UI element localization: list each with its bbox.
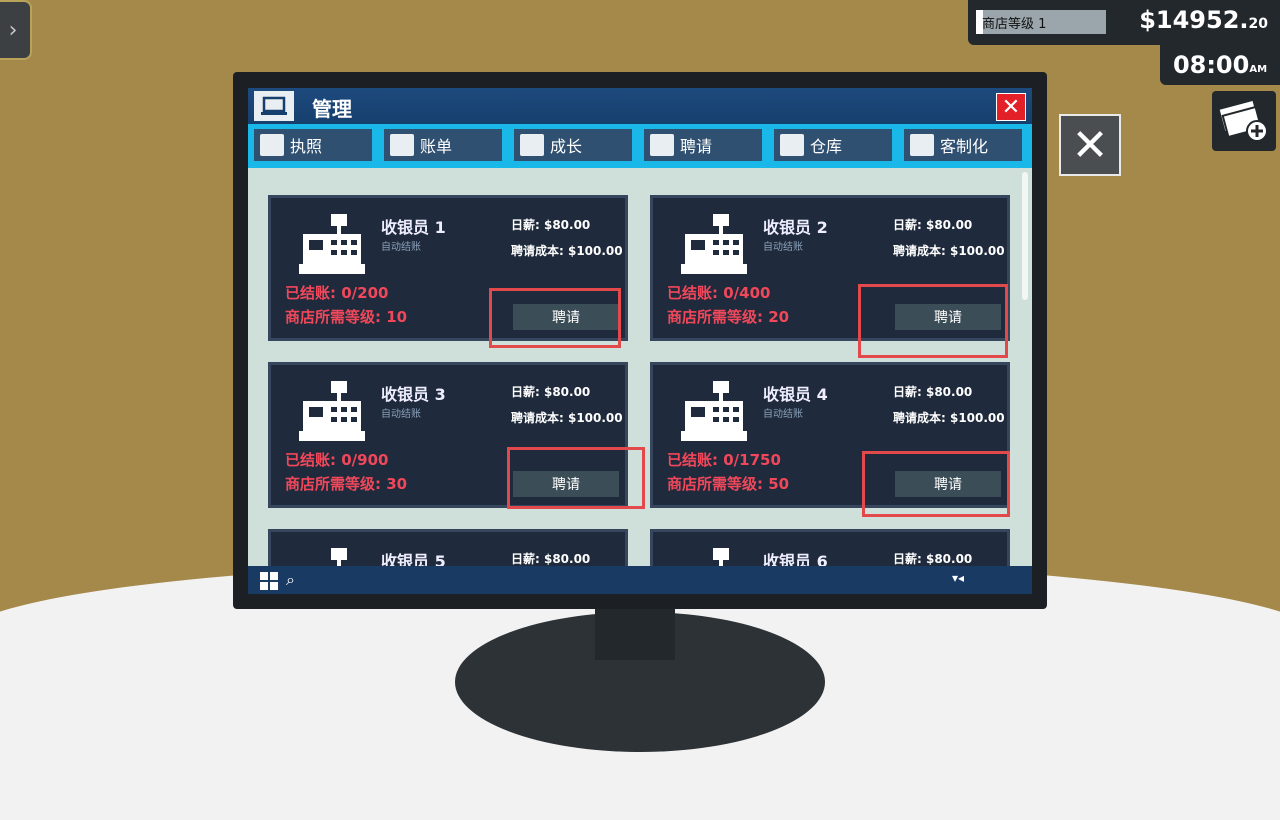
tab-hire[interactable]: 聘请 bbox=[644, 129, 762, 161]
close-icon: ✕ bbox=[1071, 119, 1109, 171]
system-tray-icon: ▾◂ bbox=[951, 571, 964, 585]
highlight-box bbox=[489, 288, 621, 348]
highlight-box bbox=[858, 284, 1008, 358]
cashier-name: 收银员 1 bbox=[381, 218, 446, 237]
bill-icon bbox=[390, 134, 414, 156]
cash-register-icon bbox=[299, 381, 365, 441]
cashier-skill: 自动结账 bbox=[763, 409, 803, 420]
windows-start-icon[interactable] bbox=[260, 572, 278, 590]
tab-growth[interactable]: 成长 bbox=[514, 129, 632, 161]
hire-cost: 聘请成本: $100.00 bbox=[511, 244, 623, 258]
daily-wage: 日薪: $80.00 bbox=[511, 552, 591, 566]
store-level-label: 商店等级 1 bbox=[982, 17, 1047, 32]
cash-register-icon bbox=[299, 214, 365, 274]
laptop-icon bbox=[254, 91, 294, 121]
side-panel-toggle[interactable]: › bbox=[0, 0, 32, 60]
license-icon bbox=[260, 134, 284, 156]
taskbar: ⌕ ▾◂ bbox=[248, 566, 1032, 594]
cashier-name: 收银员 3 bbox=[381, 385, 446, 404]
checkout-count: 已结账: 0/900 bbox=[285, 451, 389, 469]
tab-customize[interactable]: 客制化 bbox=[904, 129, 1022, 161]
cashier-name: 收银员 4 bbox=[763, 385, 828, 404]
daily-wage: 日薪: $80.00 bbox=[893, 385, 973, 399]
cashier-skill: 自动结账 bbox=[381, 409, 421, 420]
tab-warehouse[interactable]: 仓库 bbox=[774, 129, 892, 161]
cashier-name: 收银员 2 bbox=[763, 218, 828, 237]
tab-license[interactable]: 执照 bbox=[254, 129, 372, 161]
chevron-right-icon: › bbox=[8, 17, 18, 43]
growth-icon bbox=[520, 134, 544, 156]
hire-cost: 聘请成本: $100.00 bbox=[893, 411, 1005, 425]
required-level: 商店所需等级: 50 bbox=[667, 475, 790, 493]
hire-cost: 聘请成本: $100.00 bbox=[511, 411, 623, 425]
cash-register-icon bbox=[681, 214, 747, 274]
highlight-box bbox=[862, 451, 1010, 517]
monitor-screen: 管理 ✕ 执照 账单 成长 聘请 仓库 客制化 收银员 1 自动结账 日薪: $… bbox=[248, 88, 1032, 594]
customize-icon bbox=[910, 134, 934, 156]
store-level-bar: 商店等级 1 bbox=[976, 10, 1106, 34]
highlight-box bbox=[507, 447, 645, 509]
daily-wage: 日薪: $80.00 bbox=[511, 218, 591, 232]
money-display: $14952.20 bbox=[1139, 6, 1268, 34]
hire-icon bbox=[650, 134, 674, 156]
hire-cost: 聘请成本: $100.00 bbox=[893, 244, 1005, 258]
close-computer-button[interactable]: ✕ bbox=[1059, 114, 1121, 176]
tab-bills[interactable]: 账单 bbox=[384, 129, 502, 161]
required-level: 商店所需等级: 30 bbox=[285, 475, 408, 493]
checkout-count: 已结账: 0/1750 bbox=[667, 451, 781, 469]
required-level: 商店所需等级: 10 bbox=[285, 308, 408, 326]
window-title: 管理 bbox=[312, 97, 352, 121]
cash-button[interactable] bbox=[1212, 91, 1276, 151]
tab-bar: 执照 账单 成长 聘请 仓库 客制化 bbox=[248, 124, 1032, 168]
cash-register-icon bbox=[681, 381, 747, 441]
scrollbar[interactable] bbox=[1022, 172, 1028, 300]
close-icon: ✕ bbox=[1001, 94, 1021, 120]
cashier-skill: 自动结账 bbox=[381, 242, 421, 253]
employee-list[interactable]: 收银员 1 自动结账 日薪: $80.00 聘请成本: $100.00 已结账:… bbox=[248, 168, 1032, 594]
monitor-stand-neck bbox=[595, 600, 675, 660]
search-icon[interactable]: ⌕ bbox=[286, 570, 295, 590]
window-titlebar: 管理 ✕ bbox=[248, 88, 1032, 124]
checkout-count: 已结账: 0/400 bbox=[667, 284, 771, 302]
cash-add-icon bbox=[1219, 100, 1268, 142]
daily-wage: 日薪: $80.00 bbox=[893, 218, 973, 232]
window-close-button[interactable]: ✕ bbox=[996, 93, 1026, 121]
clock: 08:00 AM bbox=[1160, 45, 1280, 85]
daily-wage: 日薪: $80.00 bbox=[893, 552, 973, 566]
required-level: 商店所需等级: 20 bbox=[667, 308, 790, 326]
daily-wage: 日薪: $80.00 bbox=[511, 385, 591, 399]
warehouse-icon bbox=[780, 134, 804, 156]
cashier-skill: 自动结账 bbox=[763, 242, 803, 253]
checkout-count: 已结账: 0/200 bbox=[285, 284, 389, 302]
